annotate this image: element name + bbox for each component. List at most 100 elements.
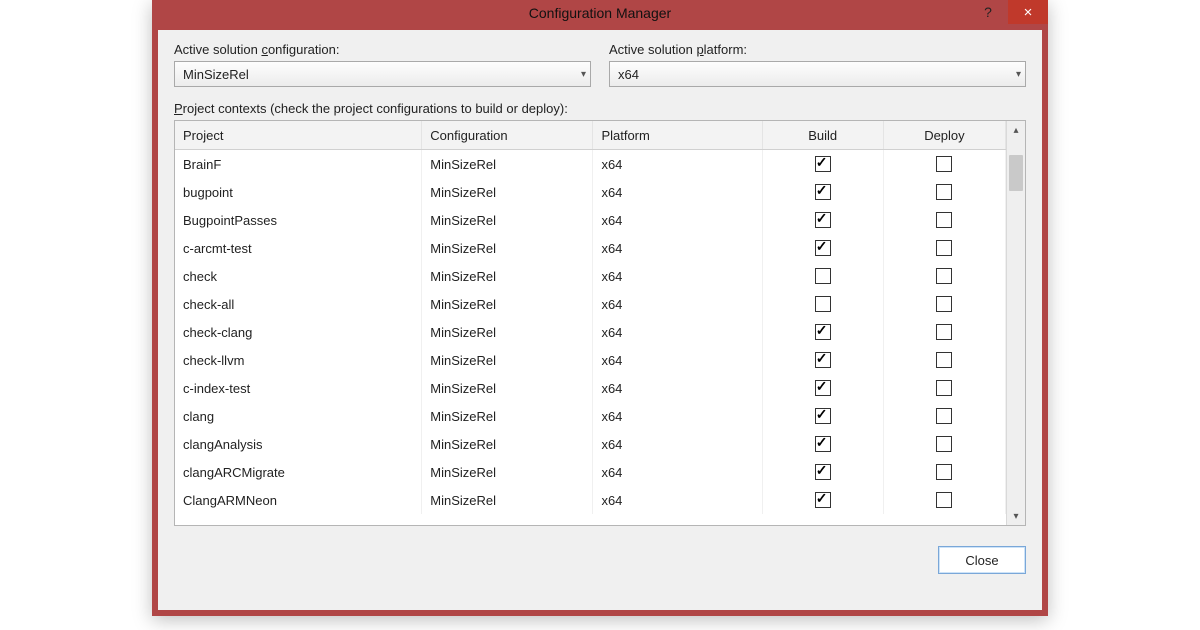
cell-project: c-index-test xyxy=(175,374,422,402)
deploy-checkbox[interactable] xyxy=(936,240,952,256)
build-checkbox[interactable] xyxy=(815,436,831,452)
cell-platform[interactable]: x64 xyxy=(593,262,762,290)
deploy-checkbox[interactable] xyxy=(936,324,952,340)
deploy-checkbox[interactable] xyxy=(936,436,952,452)
cell-build xyxy=(762,318,883,346)
cell-platform[interactable]: x64 xyxy=(593,150,762,179)
cell-platform[interactable]: x64 xyxy=(593,430,762,458)
cell-project: clang xyxy=(175,402,422,430)
build-checkbox[interactable] xyxy=(815,352,831,368)
build-checkbox[interactable] xyxy=(815,464,831,480)
close-button[interactable]: Close xyxy=(938,546,1026,574)
deploy-checkbox[interactable] xyxy=(936,156,952,172)
cell-platform[interactable]: x64 xyxy=(593,374,762,402)
cell-deploy xyxy=(883,346,1005,374)
cell-deploy xyxy=(883,486,1005,514)
cell-configuration[interactable]: MinSizeRel xyxy=(422,374,593,402)
deploy-checkbox[interactable] xyxy=(936,408,952,424)
table-row[interactable]: c-arcmt-testMinSizeRelx64 xyxy=(175,234,1006,262)
table-row[interactable]: check-allMinSizeRelx64 xyxy=(175,290,1006,318)
deploy-checkbox[interactable] xyxy=(936,268,952,284)
cell-build xyxy=(762,206,883,234)
cell-platform[interactable]: x64 xyxy=(593,178,762,206)
cell-project: ClangARMNeon xyxy=(175,486,422,514)
cell-platform[interactable]: x64 xyxy=(593,486,762,514)
col-header-configuration[interactable]: Configuration xyxy=(422,121,593,150)
build-checkbox[interactable] xyxy=(815,156,831,172)
vertical-scrollbar[interactable]: ▴ ▾ xyxy=(1006,121,1025,525)
cell-configuration[interactable]: MinSizeRel xyxy=(422,234,593,262)
cell-build xyxy=(762,430,883,458)
cell-configuration[interactable]: MinSizeRel xyxy=(422,458,593,486)
build-checkbox[interactable] xyxy=(815,184,831,200)
scroll-down-icon[interactable]: ▾ xyxy=(1007,507,1025,525)
build-checkbox[interactable] xyxy=(815,324,831,340)
cell-configuration[interactable]: MinSizeRel xyxy=(422,346,593,374)
cell-configuration[interactable]: MinSizeRel xyxy=(422,262,593,290)
table-row[interactable]: clangAnalysisMinSizeRelx64 xyxy=(175,430,1006,458)
table-row[interactable]: BrainFMinSizeRelx64 xyxy=(175,150,1006,179)
cell-platform[interactable]: x64 xyxy=(593,346,762,374)
cell-configuration[interactable]: MinSizeRel xyxy=(422,150,593,179)
cell-build xyxy=(762,374,883,402)
cell-build xyxy=(762,486,883,514)
deploy-checkbox[interactable] xyxy=(936,352,952,368)
cell-project: c-arcmt-test xyxy=(175,234,422,262)
table-row[interactable]: checkMinSizeRelx64 xyxy=(175,262,1006,290)
cell-deploy xyxy=(883,430,1005,458)
cell-project: bugpoint xyxy=(175,178,422,206)
project-contexts-label: Project contexts (check the project conf… xyxy=(174,101,1026,116)
cell-platform[interactable]: x64 xyxy=(593,234,762,262)
solution-platform-dropdown[interactable]: x64 ▾ xyxy=(609,61,1026,87)
solution-config-dropdown[interactable]: MinSizeRel ▾ xyxy=(174,61,591,87)
cell-project: clangAnalysis xyxy=(175,430,422,458)
cell-deploy xyxy=(883,374,1005,402)
cell-platform[interactable]: x64 xyxy=(593,290,762,318)
scroll-up-icon[interactable]: ▴ xyxy=(1007,121,1025,139)
cell-build xyxy=(762,262,883,290)
cell-project: clangARCMigrate xyxy=(175,458,422,486)
build-checkbox[interactable] xyxy=(815,212,831,228)
build-checkbox[interactable] xyxy=(815,408,831,424)
cell-platform[interactable]: x64 xyxy=(593,402,762,430)
cell-deploy xyxy=(883,318,1005,346)
deploy-checkbox[interactable] xyxy=(936,492,952,508)
build-checkbox[interactable] xyxy=(815,296,831,312)
build-checkbox[interactable] xyxy=(815,380,831,396)
col-header-build[interactable]: Build xyxy=(762,121,883,150)
cell-build xyxy=(762,402,883,430)
col-header-deploy[interactable]: Deploy xyxy=(883,121,1005,150)
cell-configuration[interactable]: MinSizeRel xyxy=(422,430,593,458)
deploy-checkbox[interactable] xyxy=(936,464,952,480)
table-row[interactable]: clangMinSizeRelx64 xyxy=(175,402,1006,430)
cell-configuration[interactable]: MinSizeRel xyxy=(422,206,593,234)
build-checkbox[interactable] xyxy=(815,240,831,256)
cell-platform[interactable]: x64 xyxy=(593,458,762,486)
deploy-checkbox[interactable] xyxy=(936,296,952,312)
cell-configuration[interactable]: MinSizeRel xyxy=(422,486,593,514)
build-checkbox[interactable] xyxy=(815,492,831,508)
deploy-checkbox[interactable] xyxy=(936,380,952,396)
cell-configuration[interactable]: MinSizeRel xyxy=(422,402,593,430)
table-row[interactable]: bugpointMinSizeRelx64 xyxy=(175,178,1006,206)
cell-build xyxy=(762,290,883,318)
scroll-thumb[interactable] xyxy=(1009,155,1023,191)
table-row[interactable]: check-llvmMinSizeRelx64 xyxy=(175,346,1006,374)
close-window-button[interactable]: × xyxy=(1008,0,1048,24)
cell-platform[interactable]: x64 xyxy=(593,318,762,346)
col-header-platform[interactable]: Platform xyxy=(593,121,762,150)
deploy-checkbox[interactable] xyxy=(936,184,952,200)
cell-configuration[interactable]: MinSizeRel xyxy=(422,318,593,346)
help-button[interactable]: ? xyxy=(968,0,1008,24)
deploy-checkbox[interactable] xyxy=(936,212,952,228)
cell-configuration[interactable]: MinSizeRel xyxy=(422,290,593,318)
build-checkbox[interactable] xyxy=(815,268,831,284)
table-row[interactable]: clangARCMigrateMinSizeRelx64 xyxy=(175,458,1006,486)
table-row[interactable]: check-clangMinSizeRelx64 xyxy=(175,318,1006,346)
cell-platform[interactable]: x64 xyxy=(593,206,762,234)
cell-configuration[interactable]: MinSizeRel xyxy=(422,178,593,206)
col-header-project[interactable]: Project xyxy=(175,121,422,150)
table-row[interactable]: c-index-testMinSizeRelx64 xyxy=(175,374,1006,402)
table-row[interactable]: BugpointPassesMinSizeRelx64 xyxy=(175,206,1006,234)
table-row[interactable]: ClangARMNeonMinSizeRelx64 xyxy=(175,486,1006,514)
